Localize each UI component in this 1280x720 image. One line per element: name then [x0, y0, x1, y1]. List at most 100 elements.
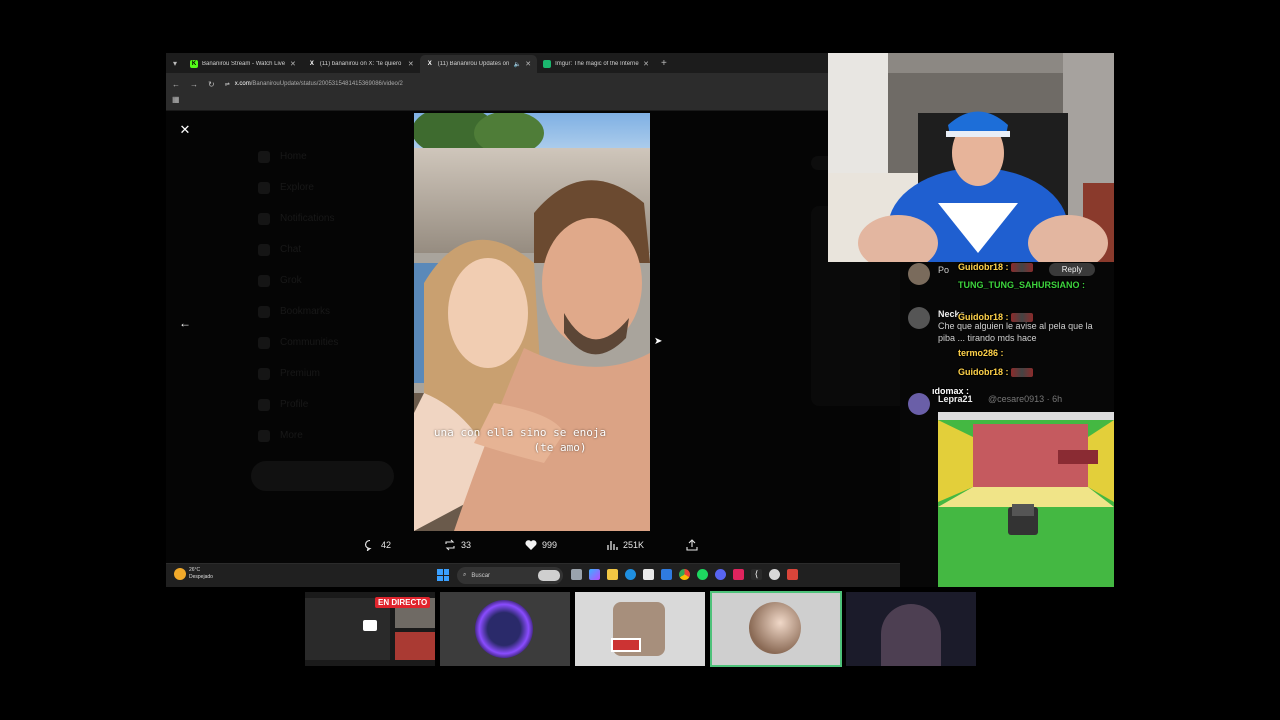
outlook-icon[interactable]: [661, 569, 672, 580]
scene-thumbnail-purple-avatar[interactable]: [440, 592, 570, 666]
taskbar-search[interactable]: ⌕ Buscar: [457, 567, 563, 584]
taskbar-apps: ⟨: [571, 569, 798, 580]
tab-x-updates[interactable]: X (11) Bananirou Updates on X 🔈 ✕: [419, 55, 538, 73]
video-caption-line-1: una con ella sino se enoja: [433, 426, 607, 439]
avatar: [908, 263, 930, 285]
avatar: [881, 604, 941, 666]
streamer-webcam: [828, 53, 1114, 262]
mouse-cursor-icon: ➤: [654, 336, 663, 347]
tab-imgur[interactable]: Imgur: The magic of the Internet ✕: [537, 55, 655, 73]
avatar: [908, 307, 930, 329]
search-placeholder: Buscar: [471, 572, 491, 579]
share-button[interactable]: [686, 539, 698, 551]
sticker-icon: [611, 638, 641, 652]
repost-button[interactable]: 33: [444, 539, 471, 551]
scene-thumbnail-cam[interactable]: [846, 592, 976, 666]
url-host: x.com: [234, 81, 251, 87]
share-icon: [686, 539, 698, 551]
post-actions-bar: 42 33 999 251K: [166, 539, 946, 559]
temperature: 26°C: [189, 567, 201, 573]
edge-icon[interactable]: [625, 569, 636, 580]
tab-close-icon[interactable]: ✕: [290, 60, 296, 68]
store-icon[interactable]: [643, 569, 654, 580]
obs-icon[interactable]: [769, 569, 780, 580]
background-nav-item: More: [258, 420, 338, 451]
video-caption-line-2: (te amo): [533, 441, 587, 454]
stream-overlay: ▾ K Bananirou Stream - Watch Live ✕ X (1…: [0, 0, 1280, 720]
background-nav-item: Explore: [258, 172, 338, 203]
video-player[interactable]: una con ella sino se enoja (te amo): [414, 113, 650, 531]
new-tab-icon[interactable]: +: [661, 58, 667, 69]
scene-thumbnail-couple[interactable]: [710, 591, 842, 667]
chat-message: ıdomax :: [932, 386, 969, 396]
chat-message: Guidobr18 :: [958, 312, 1033, 323]
feed-meta: @cesare0913 · 6h: [988, 394, 1063, 404]
chat-message: termo286 :: [958, 348, 1004, 358]
reply-count: 42: [381, 540, 392, 550]
chrome-icon[interactable]: [679, 569, 690, 580]
app-icon[interactable]: [733, 569, 744, 580]
back-arrow-icon[interactable]: ←: [172, 80, 180, 89]
background-nav-item: Grok: [258, 265, 338, 296]
views-button[interactable]: 251K: [606, 539, 644, 551]
game-frame: [938, 412, 1114, 587]
tab-x-bananirou[interactable]: X (11) bananirou on X: "te quiero ✕: [302, 55, 420, 73]
background-nav-item: Premium: [258, 358, 338, 389]
windows-start-icon[interactable]: [437, 569, 449, 581]
background-nav-item: Profile: [258, 389, 338, 420]
scene-thumbnail-live[interactable]: EN DIRECTO: [305, 592, 435, 666]
repost-icon: [445, 539, 455, 551]
close-icon[interactable]: ✕: [178, 123, 192, 137]
chat-and-feed-panel: Po Reply Necko Che que alguien le avise …: [900, 262, 1114, 587]
windows-taskbar: 26°C Despejado ⌕ Buscar ⟨: [166, 563, 946, 587]
tab-search-chevron-icon[interactable]: ▾: [166, 59, 184, 68]
background-nav-item: Bookmarks: [258, 296, 338, 327]
weather-description: Despejado: [189, 574, 213, 580]
reply-pill-button[interactable]: Reply: [1049, 263, 1095, 276]
reply-icon: [364, 539, 372, 551]
tab-close-icon[interactable]: ✕: [408, 60, 414, 68]
analytics-icon: [607, 541, 618, 550]
feed-partial-text: Po: [938, 265, 950, 275]
tab-kick[interactable]: K Bananirou Stream - Watch Live ✕: [184, 55, 302, 73]
reply-button[interactable]: 42: [364, 539, 391, 551]
media-app-icon[interactable]: [787, 569, 798, 580]
x-icon: X: [309, 61, 314, 67]
avatar: [475, 600, 533, 658]
capcut-icon[interactable]: ⟨: [751, 569, 762, 580]
background-nav-item: Communities: [258, 327, 338, 358]
avatar: [908, 393, 930, 415]
chat-username: ıdomax :: [932, 386, 970, 396]
like-count: 999: [542, 540, 558, 550]
chat-username: TUNG_TUNG_SAHURSIANO :: [958, 280, 1086, 290]
tab-close-icon[interactable]: ✕: [643, 60, 649, 68]
imgur-icon: [543, 60, 552, 68]
file-explorer-icon[interactable]: [607, 569, 618, 580]
search-icon: ⌕: [463, 572, 467, 578]
forward-arrow-icon[interactable]: →: [190, 80, 198, 89]
tab-close-icon[interactable]: ✕: [525, 60, 531, 68]
spotify-icon[interactable]: [697, 569, 708, 580]
back-arrow-icon[interactable]: ←: [178, 316, 192, 330]
background-post-button: [251, 461, 394, 491]
reload-icon[interactable]: ↻: [208, 80, 215, 89]
audio-playing-icon[interactable]: 🔈: [514, 61, 521, 68]
apps-grid-icon[interactable]: ▦: [172, 95, 180, 104]
like-button[interactable]: 999: [525, 539, 557, 551]
weather-widget[interactable]: 26°C Despejado: [174, 567, 213, 581]
scene-thumbnail-boy-avatar[interactable]: [575, 592, 705, 666]
copilot-icon[interactable]: [589, 569, 600, 580]
webcam-frame: [828, 53, 1114, 262]
background-nav-item: Home: [258, 141, 338, 172]
kick-icon: K: [190, 60, 198, 68]
live-badge: EN DIRECTO: [375, 597, 431, 608]
emote-icon: [1010, 368, 1033, 378]
background-nav: Home Explore Notifications Chat Grok Boo…: [258, 141, 338, 451]
discord-icon[interactable]: [715, 569, 726, 580]
emote-icon: [1010, 313, 1033, 323]
chat-username: Guidobr18 :: [958, 367, 1009, 377]
view-count: 251K: [623, 540, 645, 550]
task-view-icon[interactable]: [571, 569, 582, 580]
site-info-icon[interactable]: ⇌: [225, 81, 230, 88]
address-bar[interactable]: ⇌ x.com/BananirouUpdate/status/200531548…: [225, 81, 403, 88]
